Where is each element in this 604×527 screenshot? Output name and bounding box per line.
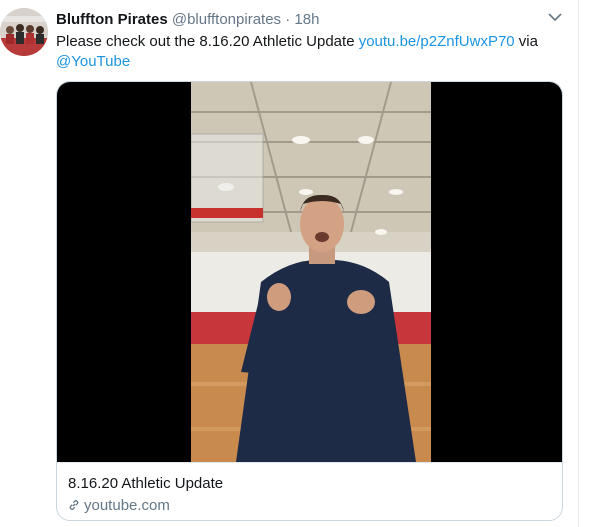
card-title: 8.16.20 Athletic Update xyxy=(68,475,224,492)
video-player[interactable] xyxy=(57,82,562,462)
tweet-link[interactable]: youtu.be/p2ZnfUwxP70 xyxy=(359,33,515,50)
user-handle[interactable]: @blufftonpirates xyxy=(172,11,281,28)
tweet-header: Bluffton Pirates @blufftonpirates · 18h xyxy=(56,10,319,30)
card-domain-text: youtube.com xyxy=(84,497,170,514)
separator-dot: · xyxy=(285,11,291,28)
team-photo-avatar xyxy=(0,8,48,56)
display-name[interactable]: Bluffton Pirates xyxy=(56,11,168,28)
timeline-border xyxy=(578,0,579,527)
avatar[interactable] xyxy=(0,8,48,56)
chevron-down-icon[interactable] xyxy=(548,12,562,22)
timestamp[interactable]: 18h xyxy=(294,11,319,28)
youtube-mention[interactable]: @YouTube xyxy=(56,53,130,70)
card-domain: youtube.com xyxy=(68,497,170,514)
link-card[interactable]: 8.16.20 Athletic Update youtube.com xyxy=(56,81,563,521)
tweet-text-middle: via xyxy=(514,33,538,50)
video-frame xyxy=(191,82,431,462)
card-footer: 8.16.20 Athletic Update youtube.com xyxy=(57,462,562,520)
tweet-text: Please check out the 8.16.20 Athletic Up… xyxy=(56,32,561,72)
link-icon xyxy=(69,500,79,510)
tweet-text-prefix: Please check out the 8.16.20 Athletic Up… xyxy=(56,33,359,50)
